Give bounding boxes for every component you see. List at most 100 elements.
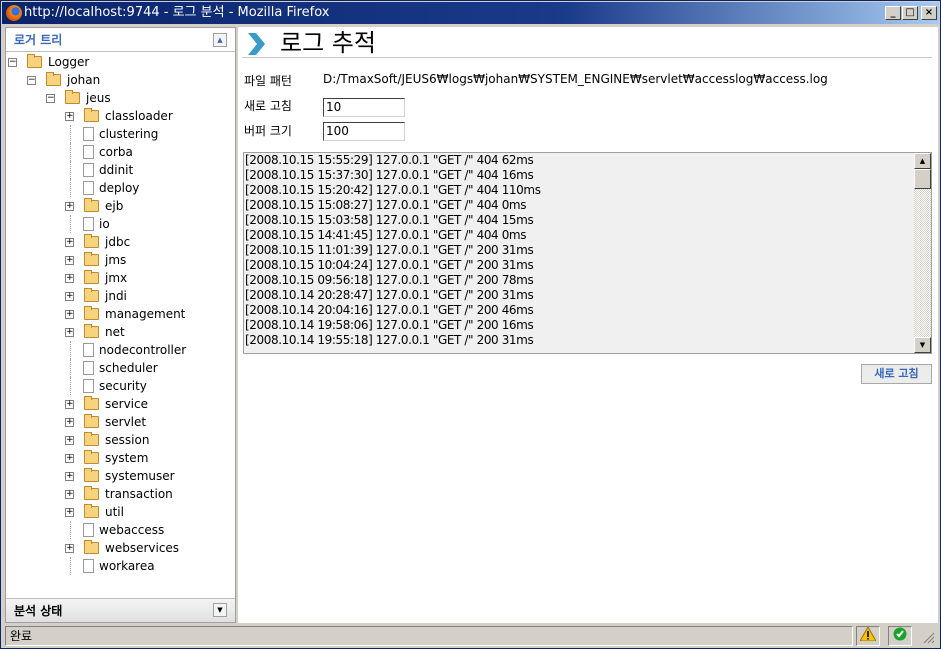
tree-node-label: jmx <box>105 271 128 285</box>
close-button[interactable]: × <box>921 6 937 20</box>
tree-node-label: util <box>105 505 124 519</box>
refresh-button[interactable]: 새로 고침 <box>861 364 932 384</box>
folder-icon <box>84 414 99 428</box>
tree-node[interactable]: ddinit <box>6 161 235 179</box>
tree-node[interactable]: corba <box>6 143 235 161</box>
tree-node-label: corba <box>99 145 133 159</box>
refresh-interval-label: 새로 고침 <box>244 99 292 113</box>
tree-node[interactable]: + webservices <box>6 539 235 557</box>
tree-node[interactable]: + net <box>6 323 235 341</box>
tree-node-label: io <box>99 217 110 231</box>
tree-node[interactable]: − Logger <box>6 53 235 71</box>
expand-toggle-icon[interactable]: + <box>65 112 74 121</box>
expand-toggle-icon[interactable]: + <box>65 544 74 553</box>
tree-node[interactable]: io <box>6 215 235 233</box>
expand-toggle-icon[interactable]: + <box>65 472 74 481</box>
expand-toggle-icon[interactable]: + <box>65 508 74 517</box>
tree-node-label: Logger <box>48 55 90 69</box>
resize-grip-icon[interactable] <box>921 630 935 644</box>
chevron-right-icon <box>248 33 265 55</box>
scroll-down-button[interactable]: ▼ <box>914 337 931 353</box>
tree-node[interactable]: + service <box>6 395 235 413</box>
expand-toggle-icon[interactable]: + <box>65 490 74 499</box>
panel-title: 로거 트리 <box>14 33 63 47</box>
tree-node-label: ddinit <box>99 163 134 177</box>
tree-node[interactable]: security <box>6 377 235 395</box>
tree-node-label: security <box>99 379 147 393</box>
log-line: [2008.10.14 19:55:18] 127.0.0.1 "GET /" … <box>245 333 534 347</box>
tree-node[interactable]: + classloader <box>6 107 235 125</box>
tree-line <box>70 161 71 179</box>
folder-icon <box>84 252 99 266</box>
tree-node-label: clustering <box>99 127 159 141</box>
folder-icon <box>84 432 99 446</box>
expand-button[interactable]: ▼ <box>213 603 227 617</box>
log-line: [2008.10.14 20:28:47] 127.0.0.1 "GET /" … <box>245 288 534 302</box>
tree-node[interactable]: clustering <box>6 125 235 143</box>
logger-tree-panel: 로거 트리 ▲ − Logger − johan − jeus + classloader cl… <box>5 27 236 623</box>
tree-node[interactable]: + jmx <box>6 269 235 287</box>
buffer-size-input[interactable]: 100 <box>323 122 405 141</box>
scroll-up-button[interactable]: ▲ <box>914 153 931 169</box>
tree-node[interactable]: nodecontroller <box>6 341 235 359</box>
tree-node[interactable]: + util <box>6 503 235 521</box>
expand-toggle-icon[interactable]: + <box>65 400 74 409</box>
tree-node[interactable]: + system <box>6 449 235 467</box>
tree-node[interactable]: − jeus <box>6 89 235 107</box>
tree-node[interactable]: + systemuser <box>6 467 235 485</box>
tree-node[interactable]: + management <box>6 305 235 323</box>
file-icon <box>83 217 94 231</box>
collapse-button[interactable]: ▲ <box>213 33 227 47</box>
folder-icon <box>84 540 99 554</box>
tree-node[interactable]: deploy <box>6 179 235 197</box>
tree-node[interactable]: + ejb <box>6 197 235 215</box>
collapse-toggle-icon[interactable]: − <box>8 58 17 67</box>
tree-line <box>70 125 71 143</box>
collapse-toggle-icon[interactable]: − <box>46 94 55 103</box>
log-line: [2008.10.15 10:04:24] 127.0.0.1 "GET /" … <box>245 258 534 272</box>
expand-toggle-icon[interactable]: + <box>65 274 74 283</box>
tree-node[interactable]: webaccess <box>6 521 235 539</box>
tree-node-label: classloader <box>105 109 173 123</box>
expand-toggle-icon[interactable]: + <box>65 310 74 319</box>
collapse-toggle-icon[interactable]: − <box>27 76 36 85</box>
file-icon <box>83 127 94 141</box>
file-icon <box>83 523 94 537</box>
tree-node[interactable]: + jdbc <box>6 233 235 251</box>
tree-node[interactable]: + session <box>6 431 235 449</box>
expand-toggle-icon[interactable]: + <box>65 454 74 463</box>
minimize-button[interactable]: _ <box>885 6 901 20</box>
scroll-thumb[interactable] <box>914 169 931 189</box>
expand-toggle-icon[interactable]: + <box>65 292 74 301</box>
tree-node[interactable]: + transaction <box>6 485 235 503</box>
expand-toggle-icon[interactable]: + <box>65 202 74 211</box>
expand-toggle-icon[interactable]: + <box>65 256 74 265</box>
expand-toggle-icon[interactable]: + <box>65 418 74 427</box>
file-pattern-label: 파일 패턴 <box>244 74 292 88</box>
expand-toggle-icon[interactable]: + <box>65 328 74 337</box>
tree-node-label: nodecontroller <box>99 343 187 357</box>
analysis-status-header[interactable]: 분석 상태 ▼ <box>6 598 235 622</box>
refresh-interval-input[interactable]: 10 <box>323 98 405 117</box>
tree-node[interactable]: + jndi <box>6 287 235 305</box>
file-icon <box>83 379 94 393</box>
tree-node[interactable]: − johan <box>6 71 235 89</box>
expand-toggle-icon[interactable]: + <box>65 238 74 247</box>
warning-icon[interactable] <box>856 625 880 646</box>
log-scrollbar[interactable]: ▲ ▼ <box>914 153 931 353</box>
folder-icon <box>84 270 99 284</box>
expand-toggle-icon[interactable]: + <box>65 436 74 445</box>
tree-node-label: johan <box>67 73 101 87</box>
tree-node[interactable]: + jms <box>6 251 235 269</box>
maximize-button[interactable]: □ <box>902 6 918 20</box>
tree-node[interactable]: scheduler <box>6 359 235 377</box>
check-icon[interactable] <box>888 626 912 646</box>
log-line: [2008.10.15 14:41:45] 127.0.0.1 "GET /" … <box>245 228 527 242</box>
tree-line <box>70 557 71 575</box>
tree-node-label: transaction <box>105 487 173 501</box>
tree-node[interactable]: + servlet <box>6 413 235 431</box>
log-output[interactable]: [2008.10.15 15:55:29] 127.0.0.1 "GET /" … <box>243 152 932 354</box>
status-text: 완료 <box>5 626 853 646</box>
tree-node[interactable]: workarea <box>6 557 235 575</box>
analysis-status-title: 분석 상태 <box>14 604 63 618</box>
